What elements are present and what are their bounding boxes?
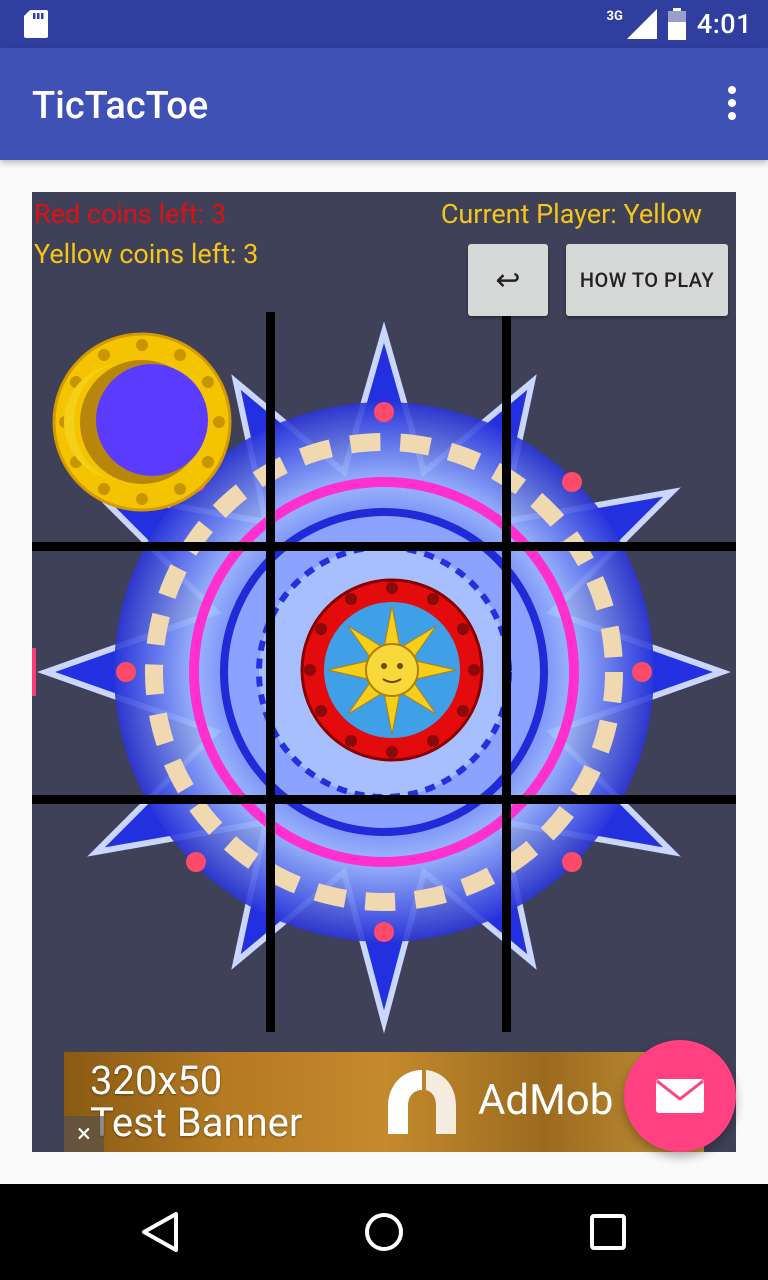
undo-icon: ↩ bbox=[495, 262, 521, 298]
mail-icon bbox=[656, 1079, 704, 1113]
admob-logo-icon bbox=[388, 1070, 456, 1134]
yellow-moon-coin[interactable] bbox=[52, 332, 232, 512]
back-icon[interactable] bbox=[136, 1208, 184, 1256]
grid-line-horizontal-1 bbox=[32, 542, 736, 551]
undo-button[interactable]: ↩ bbox=[468, 244, 548, 316]
app-bar: TicTacToe bbox=[0, 48, 768, 160]
ad-banner[interactable]: 320x50 Test Banner AdMob × bbox=[64, 1052, 704, 1152]
battery-icon bbox=[667, 8, 686, 40]
app-title: TicTacToe bbox=[32, 84, 209, 128]
ad-close-button[interactable]: × bbox=[64, 1116, 104, 1152]
grid-line-vertical-2 bbox=[502, 316, 511, 1032]
navigation-bar bbox=[0, 1184, 768, 1280]
more-vert-icon[interactable] bbox=[726, 86, 738, 122]
game-board[interactable]: Red coins left: 3 Yellow coins left: 3 C… bbox=[32, 192, 736, 1152]
ad-banner-text: 320x50 Test Banner bbox=[90, 1057, 303, 1146]
home-icon[interactable] bbox=[360, 1208, 408, 1256]
yellow-coins-left: Yellow coins left: 3 bbox=[34, 238, 259, 270]
mail-fab-button[interactable] bbox=[624, 1040, 736, 1152]
recents-icon[interactable] bbox=[584, 1208, 632, 1256]
grid-line-vertical-1 bbox=[266, 312, 275, 1032]
clock: 4:01 bbox=[696, 8, 752, 40]
how-to-play-button[interactable]: HOW TO PLAY bbox=[566, 244, 728, 316]
sd-card-icon bbox=[24, 10, 48, 38]
signal-icon bbox=[626, 9, 657, 39]
ad-brand: AdMob bbox=[478, 1076, 614, 1125]
red-sun-coin[interactable] bbox=[300, 578, 484, 762]
network-type: 3G bbox=[606, 8, 623, 24]
grid-line-horizontal-2 bbox=[32, 795, 736, 804]
status-bar: 3G 4:01 bbox=[0, 0, 768, 48]
current-player: Current Player: Yellow bbox=[440, 198, 702, 230]
red-coins-left: Red coins left: 3 bbox=[34, 198, 227, 230]
edge-marker bbox=[32, 648, 36, 696]
